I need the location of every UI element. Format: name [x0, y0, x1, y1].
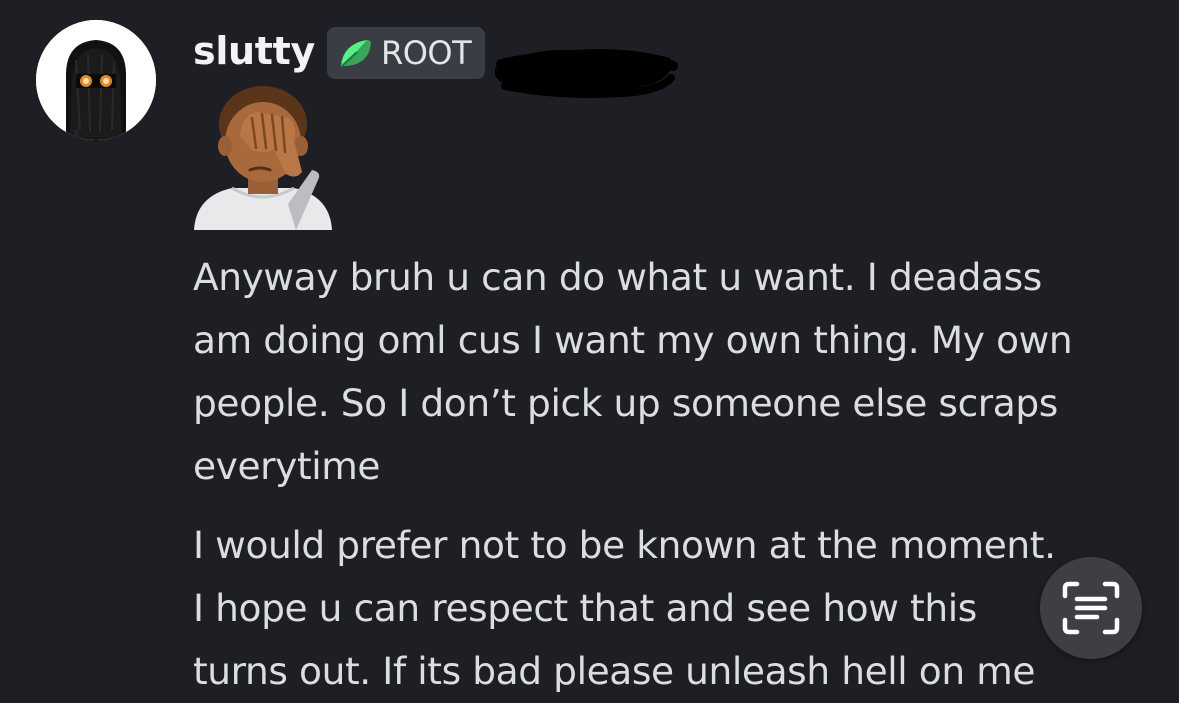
message-line: people. So I don’t pick up someone else … — [193, 381, 1058, 425]
message-paragraph: Anyway bruh u can do what u want. I dead… — [193, 246, 1173, 498]
message-line: am doing oml cus I want my own thing. My… — [193, 318, 1073, 362]
text-scan-icon — [1062, 581, 1120, 635]
role-label: ROOT — [381, 34, 472, 72]
message-line: everytime — [193, 444, 381, 488]
message-line: Anyway bruh u can do what u want. I dead… — [193, 255, 1042, 299]
leaf-icon — [340, 40, 371, 68]
live-text-scan-button[interactable] — [1040, 557, 1142, 659]
message-line: I hope u can respect that and see how th… — [193, 586, 977, 630]
username[interactable]: slutty — [193, 26, 315, 76]
svg-text:B: B — [74, 129, 80, 138]
message-line: I would prefer not to be known at the mo… — [193, 523, 1056, 567]
user-avatar[interactable]: B — [36, 20, 156, 140]
avatar-image: B — [36, 20, 156, 140]
message-paragraph: I would prefer not to be known at the mo… — [193, 514, 1173, 703]
role-badge[interactable]: ROOT — [327, 27, 486, 79]
redaction-scribble — [495, 49, 678, 98]
message-line: turns out. If its bad please unleash hel… — [193, 649, 1036, 693]
facepalm-emoji — [194, 86, 332, 230]
